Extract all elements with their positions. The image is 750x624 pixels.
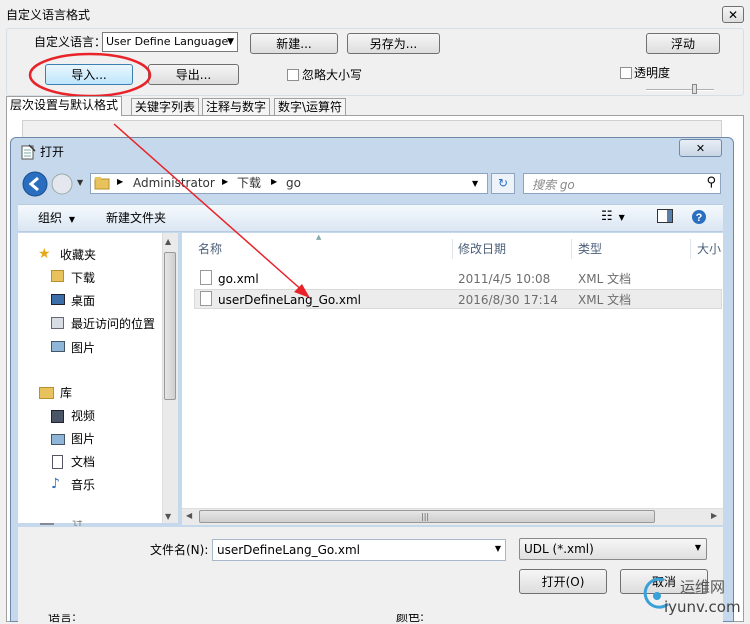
transparency-slider[interactable] bbox=[646, 89, 714, 91]
nav-pictures[interactable]: 图片 bbox=[71, 339, 95, 357]
open-button[interactable]: 打开(O) bbox=[519, 569, 607, 594]
column-type[interactable]: 类型 bbox=[578, 241, 602, 257]
nav-music[interactable]: 音乐 bbox=[71, 476, 95, 494]
chevron-down-icon: ▼ bbox=[694, 543, 701, 552]
nav-scroll-down-icon[interactable]: ▼ bbox=[165, 512, 171, 521]
tab-levels[interactable]: 层次设置与默认格式 bbox=[6, 96, 123, 116]
main-window-title: 自定义语言格式 bbox=[6, 8, 91, 22]
lang-select-value: User Define Language bbox=[106, 35, 229, 48]
nav-videos[interactable]: 视频 bbox=[71, 407, 95, 425]
column-divider bbox=[571, 239, 572, 259]
organize-label: 组织 bbox=[38, 211, 63, 225]
filename-input[interactable]: userDefineLang_Go.xml ▼ bbox=[212, 539, 506, 561]
column-divider bbox=[690, 239, 691, 259]
chevron-down-icon[interactable]: ▼ bbox=[495, 544, 501, 553]
nav-documents[interactable]: 文档 bbox=[71, 453, 95, 471]
ignore-case-label: 忽略大小写 bbox=[302, 68, 363, 82]
hscroll-grip: ||| bbox=[421, 512, 430, 521]
filename-value: userDefineLang_Go.xml bbox=[217, 543, 360, 557]
column-modified[interactable]: 修改日期 bbox=[458, 241, 506, 257]
watermark-brand: 运维网 bbox=[680, 578, 726, 596]
file-type-select[interactable]: UDL (*.xml) ▼ bbox=[519, 538, 707, 560]
library-icon bbox=[39, 387, 54, 399]
transparency-slider-thumb[interactable] bbox=[692, 84, 697, 94]
nav-desktop[interactable]: 桌面 bbox=[71, 292, 95, 310]
svg-text:?: ? bbox=[696, 212, 703, 224]
tab-operators[interactable]: 数字\运算符 bbox=[274, 98, 347, 116]
refresh-icon[interactable]: ↻ bbox=[491, 173, 515, 194]
nav-downloads[interactable]: 下载 bbox=[71, 269, 95, 287]
address-dropdown-icon[interactable]: ▼ bbox=[472, 179, 478, 188]
file-type-value: UDL (*.xml) bbox=[524, 542, 594, 556]
export-button[interactable]: 导出... bbox=[148, 64, 239, 85]
nav-lib-pictures[interactable]: 图片 bbox=[71, 430, 95, 448]
nav-libraries[interactable]: 库 bbox=[60, 384, 72, 402]
video-icon bbox=[51, 410, 64, 423]
back-button[interactable] bbox=[21, 170, 49, 198]
column-divider bbox=[452, 239, 453, 259]
forward-button[interactable] bbox=[50, 172, 74, 196]
search-input[interactable]: 搜索 go ⚲ bbox=[523, 173, 721, 194]
file-type: XML 文档 bbox=[578, 272, 632, 286]
watermark-url: iyunv.com bbox=[664, 598, 741, 616]
annotation-arrow bbox=[113, 123, 310, 298]
computer-icon bbox=[40, 523, 54, 525]
filename-label: 文件名(N): bbox=[150, 543, 209, 557]
chevron-down-icon: ▼ bbox=[227, 37, 234, 47]
column-size[interactable]: 大小 bbox=[697, 241, 722, 257]
watermark: 运维网 iyunv.com bbox=[642, 574, 748, 620]
file-type: XML 文档 bbox=[578, 293, 632, 307]
bottom-lang-label: 语言: bbox=[48, 614, 77, 624]
history-dropdown-icon[interactable]: ▼ bbox=[77, 178, 83, 187]
nav-favorites[interactable]: 收藏夹 bbox=[60, 246, 96, 264]
desktop-icon bbox=[51, 294, 65, 305]
new-button[interactable]: 新建... bbox=[250, 33, 338, 54]
music-icon: ♪ bbox=[51, 476, 60, 492]
file-modified: 2011/4/5 10:08 bbox=[458, 272, 551, 286]
help-icon[interactable]: ? bbox=[691, 209, 707, 225]
notepad-icon bbox=[21, 144, 36, 160]
download-folder-icon bbox=[51, 270, 64, 282]
preview-pane-icon[interactable] bbox=[657, 209, 673, 223]
search-icon: ⚲ bbox=[706, 175, 716, 190]
documents-icon bbox=[52, 455, 63, 469]
nav-computer[interactable]: 计 bbox=[72, 520, 82, 526]
star-icon: ★ bbox=[38, 246, 51, 262]
search-placeholder: 搜索 go bbox=[532, 178, 575, 192]
transparency-label: 透明度 bbox=[634, 66, 671, 80]
float-button[interactable]: 浮动 bbox=[646, 33, 720, 54]
tab-keywords[interactable]: 关键字列表 bbox=[131, 98, 200, 116]
tab-comments[interactable]: 注释与数字 bbox=[202, 98, 271, 116]
file-modified: 2016/8/30 17:14 bbox=[458, 293, 558, 307]
folder-icon bbox=[94, 177, 110, 190]
lib-pictures-icon bbox=[51, 434, 65, 445]
ignore-case-checkbox[interactable] bbox=[287, 69, 299, 81]
hscroll-right-icon[interactable]: ▶ bbox=[711, 511, 717, 520]
pictures-icon bbox=[51, 341, 65, 352]
lang-select[interactable]: User Define Language ▼ bbox=[102, 32, 238, 52]
organize-button[interactable]: 组织 ▼ bbox=[38, 210, 75, 226]
chevron-down-icon: ▼ bbox=[68, 215, 75, 224]
recent-places-icon bbox=[51, 317, 64, 329]
saveas-button[interactable]: 另存为... bbox=[347, 33, 440, 54]
annotation-circle bbox=[28, 52, 152, 98]
transparency-checkbox[interactable] bbox=[620, 67, 632, 79]
lang-label: 自定义语言： bbox=[34, 35, 107, 49]
nav-recent[interactable]: 最近访问的位置 bbox=[71, 315, 155, 333]
close-button[interactable]: ✕ bbox=[722, 6, 744, 23]
view-options-icon[interactable]: ☷ ▼ bbox=[601, 209, 625, 224]
dialog-title: 打开 bbox=[40, 145, 65, 159]
hscroll-left-icon[interactable]: ◀ bbox=[186, 511, 192, 520]
bottom-color-label: 颜色: bbox=[396, 614, 425, 624]
dialog-close-button[interactable]: ✕ bbox=[679, 139, 722, 157]
